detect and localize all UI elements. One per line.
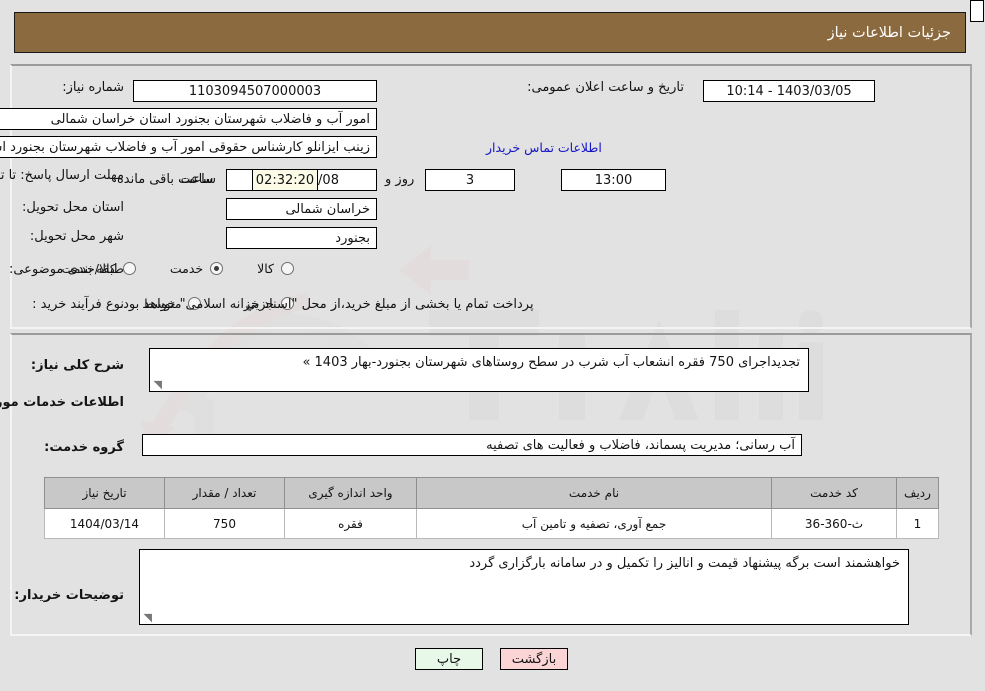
buyer-notes-label: توضیحات خریدار: <box>15 588 125 603</box>
service-group-label-wrap: گروه خدمت: <box>45 440 125 455</box>
buyer-contact-link[interactable]: اطلاعات تماس خریدار <box>487 140 603 155</box>
buyer-org-value: امور آب و فاضلاب شهرستان بجنورد استان خر… <box>0 108 378 130</box>
process-label-wrap: نوع فرآیند خرید : <box>33 297 125 312</box>
countdown-label: ساعت باقی مانده <box>118 172 215 187</box>
footer-button-bar: بازگشت چاپ <box>0 648 985 670</box>
announce-datetime-label: تاریخ و ساعت اعلان عمومی: <box>528 80 685 95</box>
cell-service-name: جمع آوری، تصفیه و تامین آب <box>417 508 773 539</box>
resize-grip-icon[interactable]: ◥ <box>153 379 163 390</box>
col-row-no: ردیف <box>897 477 940 509</box>
need-description-value: تجدیداجرای 750 فقره انشعاب آب شرب در سطح… <box>303 355 801 370</box>
process-type-label: نوع فرآیند خرید : <box>33 297 125 312</box>
table-header-row: ردیف کد خدمت نام خدمت واحد اندازه گیری ت… <box>45 477 940 509</box>
days-label-wrap: روز و <box>386 172 415 187</box>
radio-khedmat-icon[interactable] <box>211 262 225 275</box>
category-option-khedmat-label: خدمت <box>170 261 205 276</box>
cell-quantity: 750 <box>165 508 286 539</box>
services-heading-wrap: اطلاعات خدمات مورد نیاز <box>0 395 125 410</box>
treasury-note: پرداخت تمام یا بخشی از مبلغ خرید،از محل … <box>120 297 535 312</box>
page-root: جزئیات اطلاعات نیاز شماره نیاز: 11030945… <box>0 0 985 691</box>
service-group-label: گروه خدمت: <box>45 440 125 455</box>
category-option-kala-khedmat[interactable]: کالا/خدمت <box>62 261 137 276</box>
countdown-label-wrap: ساعت باقی مانده <box>118 172 214 187</box>
buyer-notes-value: خواهشمند است برگه پیشنهاد قیمت و انالیز … <box>470 556 901 571</box>
remaining-days-value: 3 <box>426 169 516 191</box>
buyer-notes-textarea[interactable]: خواهشمند است برگه پیشنهاد قیمت و انالیز … <box>140 549 910 625</box>
category-option-khedmat[interactable]: خدمت <box>170 261 225 276</box>
service-items-table: ردیف کد خدمت نام خدمت واحد اندازه گیری ت… <box>45 477 940 539</box>
col-quantity: تعداد / مقدار <box>165 477 286 509</box>
resize-grip-icon-2[interactable]: ◥ <box>143 612 153 623</box>
cell-need-date: 1404/03/14 <box>45 508 166 539</box>
need-number-label: شماره نیاز: <box>63 80 125 95</box>
need-description-textarea[interactable]: تجدیداجرای 750 فقره انشعاب آب شرب در سطح… <box>150 348 810 392</box>
days-label: روز و <box>386 172 416 187</box>
province-value: خراسان شمالی <box>227 198 378 220</box>
countdown-timer: 02:32:20 <box>253 169 319 191</box>
page-title: جزئیات اطلاعات نیاز <box>828 24 952 41</box>
category-radio-group: کالا خدمت کالا/خدمت <box>62 261 295 276</box>
city-label-wrap: شهر محل تحویل: <box>31 229 125 244</box>
city-label: شهر محل تحویل: <box>30 229 125 244</box>
treasury-note-wrap: پرداخت تمام یا بخشی از مبلغ خرید،از محل … <box>120 297 535 312</box>
cell-unit: فقره <box>285 508 418 539</box>
col-need-date: تاریخ نیاز <box>45 477 166 509</box>
page-title-bar: جزئیات اطلاعات نیاز <box>15 12 967 53</box>
col-unit: واحد اندازه گیری <box>285 477 418 509</box>
table-row: 1 ث-360-36 جمع آوری، تصفیه و تامین آب فق… <box>45 508 940 539</box>
deadline-label-wrap: مهلت ارسال پاسخ: تا تاریخ: <box>0 164 125 184</box>
cell-row-no: 1 <box>897 508 940 539</box>
service-group-value: آب رسانی؛ مدیریت پسماند، فاضلاب و فعالیت… <box>143 434 803 456</box>
need-description-label: شرح کلی نیاز: <box>31 358 125 373</box>
buyer-notes-label-wrap: توضیحات خریدار: <box>15 588 125 603</box>
back-button[interactable]: بازگشت <box>501 648 569 670</box>
province-label: استان محل تحویل: <box>23 200 125 215</box>
cell-service-code: ث-360-36 <box>772 508 898 539</box>
field-need-number-label-wrap: شماره نیاز: <box>63 80 125 95</box>
deadline-label: مهلت ارسال پاسخ: تا تاریخ: <box>0 168 125 183</box>
province-label-wrap: استان محل تحویل: <box>23 200 125 215</box>
category-option-kala[interactable]: کالا <box>258 261 295 276</box>
col-service-name: نام خدمت <box>417 477 773 509</box>
city-value: بجنورد <box>227 227 378 249</box>
category-option-kala-label: کالا <box>258 261 275 276</box>
need-summary-panel <box>11 64 973 329</box>
requester-value: زینب ایزانلو کارشناس حقوقی امور آب و فاض… <box>0 136 378 158</box>
radio-kala-khedmat-icon[interactable] <box>123 262 137 275</box>
col-service-code: کد خدمت <box>772 477 898 509</box>
services-heading: اطلاعات خدمات مورد نیاز <box>0 395 125 410</box>
announce-datetime-label-wrap: تاریخ و ساعت اعلان عمومی: <box>528 80 685 95</box>
need-number-value: 1103094507000003 <box>134 80 378 102</box>
radio-kala-icon[interactable] <box>282 262 295 275</box>
print-button[interactable]: چاپ <box>416 648 484 670</box>
spacer-d <box>971 0 985 22</box>
deadline-time-value: 13:00 <box>562 169 667 191</box>
need-desc-label-wrap: شرح کلی نیاز: <box>32 358 125 373</box>
category-option-kala-khedmat-label: کالا/خدمت <box>62 261 117 276</box>
announce-datetime-value: 1403/03/05 - 10:14 <box>704 80 876 102</box>
